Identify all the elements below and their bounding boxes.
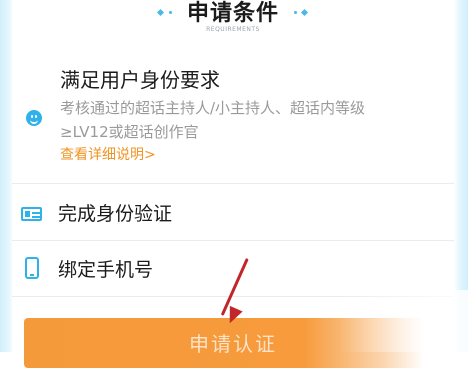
section-header: 申请条件 REQUIREMENTS [12,0,454,44]
requirement-description: 考核通过的超话主持人/小主持人、超话内等级≥LV12或超话创作官 [60,99,366,141]
view-details-link[interactable]: 查看详细说明> [60,145,156,165]
requirement-title: 满足用户身份要求 [60,68,220,92]
dot-decor-icon [294,11,297,14]
id-card-icon [21,207,42,221]
divider [12,183,454,184]
requirement-title: 完成身份验证 [58,203,173,225]
smiley-icon [26,110,42,126]
watermark-fade [340,290,468,352]
section-title: 申请条件 [186,1,279,26]
requirement-title: 绑定手机号 [58,259,154,281]
phone-icon [25,257,39,279]
divider [12,240,454,241]
section-subtitle: REQUIREMENTS [206,26,260,33]
